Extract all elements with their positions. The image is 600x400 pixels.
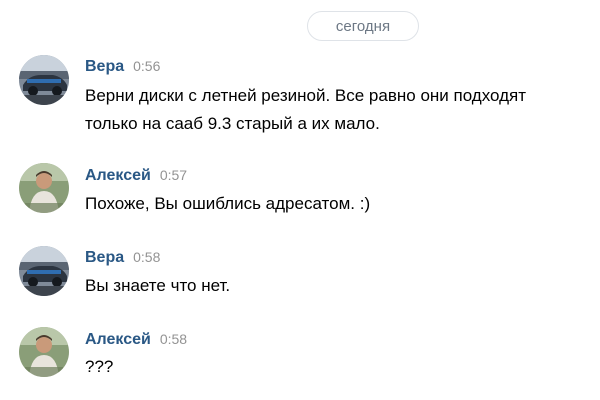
author-name[interactable]: Алексей bbox=[85, 331, 151, 349]
car-photo-avatar bbox=[19, 246, 69, 296]
message-time[interactable]: 0:58 bbox=[133, 249, 160, 265]
message-line: только на сааб 9.3 старый а их мало. bbox=[85, 114, 380, 133]
message-time[interactable]: 0:57 bbox=[160, 167, 187, 183]
author-name[interactable]: Вера bbox=[85, 58, 124, 76]
avatar[interactable] bbox=[19, 246, 69, 296]
avatar[interactable] bbox=[19, 55, 69, 105]
message-line: Похоже, Вы ошиблись адресатом. :) bbox=[85, 194, 371, 213]
author-name[interactable]: Алексей bbox=[85, 167, 151, 185]
person-photo-avatar bbox=[19, 163, 69, 213]
car-photo-avatar bbox=[19, 55, 69, 105]
message-line: Вы знаете что нет. bbox=[85, 276, 231, 295]
avatar[interactable] bbox=[19, 163, 69, 213]
message-time[interactable]: 0:56 bbox=[133, 58, 160, 74]
avatar[interactable] bbox=[19, 327, 69, 377]
message-header: Вера 0:56 bbox=[85, 58, 160, 76]
date-divider: сегодня bbox=[307, 11, 419, 41]
message-time[interactable]: 0:58 bbox=[160, 331, 187, 347]
person-photo-avatar bbox=[19, 327, 69, 377]
author-name[interactable]: Вера bbox=[85, 249, 124, 267]
chat-history: сегодня Вера 0:56 Верни диски с летней р… bbox=[0, 0, 600, 400]
message-text: Похоже, Вы ошиблись адресатом. :) bbox=[85, 190, 595, 218]
message-text: Вы знаете что нет. bbox=[85, 272, 595, 300]
message-header: Алексей 0:58 bbox=[85, 331, 187, 349]
message-header: Вера 0:58 bbox=[85, 249, 160, 267]
message-text: ??? bbox=[85, 353, 595, 381]
message-text: Верни диски с летней резиной. Все равно … bbox=[85, 82, 595, 138]
message-header: Алексей 0:57 bbox=[85, 167, 187, 185]
message-line: ??? bbox=[85, 357, 114, 376]
message-line: Верни диски с летней резиной. Все равно … bbox=[85, 86, 527, 105]
